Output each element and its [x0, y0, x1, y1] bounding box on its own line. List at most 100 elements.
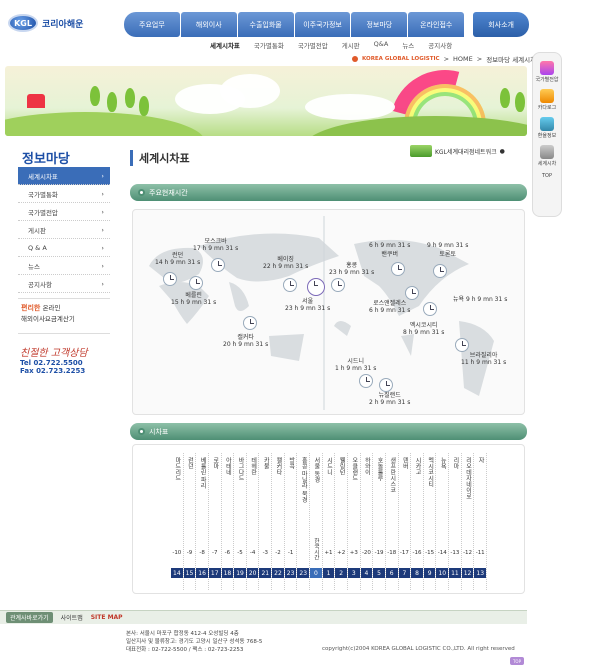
city-name: 베를린: [185, 292, 202, 299]
timetable-column: 테헤란 -4 20: [246, 453, 260, 590]
timetable-column: 시카고 -16 8: [411, 453, 424, 590]
sidebar-item-voltage[interactable]: 국가별전압 ›: [18, 203, 110, 221]
timetable-column: 카불 -3 21: [259, 453, 273, 590]
timetable-column: 마드리드 -10 14: [171, 453, 184, 590]
sitemap-button[interactable]: SITE MAP: [91, 614, 123, 621]
timetable-city: 베를린 파리: [199, 457, 207, 489]
timetable-hour: 12: [461, 568, 474, 578]
calculator-promo[interactable]: 편리한 온라인 해외이사요금계산기: [18, 298, 110, 334]
page-title: 세계시차표: [130, 150, 190, 166]
timetable-hour: 19: [234, 568, 246, 578]
city-name: 멕시코시티: [409, 322, 438, 329]
city-london: 런던 14 h 9 mn 31 s: [155, 250, 200, 266]
city-name: 토론토: [439, 251, 456, 258]
city-time: 2 h 9 mn 31 s: [369, 399, 411, 406]
timetable-hour: 13: [474, 568, 487, 578]
timetable-hour: 7: [398, 568, 411, 578]
city-time: 6 h 9 mn 31 s: [369, 307, 411, 314]
logo[interactable]: KGL 코리아해운: [8, 12, 118, 34]
timetable-offset: -3: [262, 550, 269, 556]
timetable-hour: 1: [322, 568, 335, 578]
gnb-item-info[interactable]: 정보마당: [351, 12, 408, 37]
sidebar-item-board[interactable]: 게시판 ›: [18, 221, 110, 239]
gnb-item-online[interactable]: 온라인접수: [408, 12, 465, 37]
timetable-city: 리마: [451, 457, 459, 469]
quick-top-label: TOP: [541, 173, 552, 179]
city-time: 1 h 9 mn 31 s: [335, 365, 377, 372]
subnav-notice[interactable]: 공지사항: [428, 40, 452, 52]
breadcrumb-home[interactable]: HOME: [453, 55, 473, 63]
timetable-offset: -4: [249, 550, 256, 556]
sidebar-item-currency[interactable]: 국가별통화 ›: [18, 185, 110, 203]
network-link[interactable]: KGL세계대리점네트워크 ●: [410, 144, 505, 158]
chevron-right-icon: ›: [101, 279, 104, 288]
quick-exchange[interactable]: 환율정보: [538, 117, 556, 139]
timetable-column: 베를린 파리 -8 16: [196, 453, 209, 590]
clock-icon: [211, 258, 225, 272]
timetable-column: 자 -11 13: [474, 453, 488, 590]
quick-top[interactable]: TOP: [542, 173, 552, 179]
sidebar-item-world-time[interactable]: 세계시차표 ›: [18, 167, 110, 185]
promo-line1: 편리한: [21, 304, 41, 312]
breadcrumb-sep: >: [476, 55, 483, 63]
gnb-item-cargo[interactable]: 수출입화물: [237, 12, 294, 37]
quick-voltage[interactable]: 국가별전압: [535, 61, 559, 83]
gnb-item-services[interactable]: 주요업무: [124, 12, 180, 37]
city-toronto: 9 h 9 mn 31 s 토론토: [427, 242, 468, 258]
tree-graphic: [90, 86, 100, 106]
timetable-hour: 22: [272, 568, 284, 578]
gnb-item-about[interactable]: 회사소개: [473, 12, 530, 37]
sidebar-title: 정보마당: [22, 152, 70, 167]
subnav-board[interactable]: 게시판: [342, 40, 360, 52]
bullet-icon: [352, 56, 358, 62]
timetable-hour: 10: [436, 568, 449, 578]
chevron-right-icon: ›: [101, 243, 104, 252]
promo-line2: 해외이사요금계산기: [21, 315, 75, 323]
chevron-right-icon: ›: [101, 225, 104, 234]
quick-world-time[interactable]: 세계시차: [538, 145, 556, 167]
timetable-city: 아테네: [224, 457, 232, 475]
subnav-voltage[interactable]: 국가별전압: [298, 40, 328, 52]
chevron-right-icon: ›: [101, 261, 104, 270]
timetable-column: 오클랜드 +3 3: [347, 453, 361, 590]
sidebar-item-notice[interactable]: 공지사항 ›: [18, 275, 110, 293]
sitemap-label[interactable]: 사이트맵: [61, 613, 83, 622]
top-button[interactable]: TOP: [510, 657, 524, 665]
city-time: 20 h 9 mn 31 s: [223, 341, 269, 348]
timetable-hour: 18: [221, 568, 234, 578]
timetable-city: 웰링턴: [338, 457, 346, 475]
clock-icon: [189, 276, 203, 290]
arrow-right-icon: ●: [499, 147, 505, 155]
network-link-label: KGL세계대리점네트워크: [435, 148, 497, 156]
clock-icon: [359, 374, 373, 388]
timetable-city: 런던: [186, 457, 194, 469]
clock-icon: [391, 262, 405, 276]
subnav-world-time[interactable]: 세계시차표: [210, 40, 240, 52]
family-site-button[interactable]: 관계사바로가기: [6, 612, 53, 623]
timetable-column: 리마 -13 11: [449, 453, 462, 590]
bullet-icon: [138, 189, 145, 196]
timetable-column: 웰링턴 +2 2: [335, 453, 348, 590]
city-name: 로스앤젤레스: [373, 300, 407, 307]
city-new-york: 뉴욕 9 h 9 mn 31 s: [453, 294, 507, 303]
breadcrumb-sep: >: [443, 55, 450, 63]
logo-name: 코리아해운: [42, 19, 84, 30]
gnb-item-country-info[interactable]: 이주국가정보: [294, 12, 351, 37]
quick-catalog[interactable]: 카다로그: [538, 89, 556, 111]
sidebar-item-news[interactable]: 뉴스 ›: [18, 257, 110, 275]
timetable-city: 뉴욕: [439, 457, 447, 469]
timetable-offset: -2: [275, 550, 281, 556]
timetable-hour: 23: [284, 568, 297, 578]
quick-exchange-label: 환율정보: [537, 133, 557, 139]
cloud-graphic: [305, 94, 395, 120]
timetable-city: 캘커타: [274, 457, 282, 475]
subnav-qna[interactable]: Q&A: [374, 40, 389, 52]
timetable-column: 뉴욕 -14 10: [436, 453, 450, 590]
subnav-news[interactable]: 뉴스: [402, 40, 414, 52]
footer-bar: 관계사바로가기 사이트맵 SITE MAP: [0, 610, 527, 624]
subnav-currency[interactable]: 국가별통화: [254, 40, 284, 52]
gnb-item-moving[interactable]: 해외이사: [180, 12, 237, 37]
sidebar-item-qna[interactable]: Q & A ›: [18, 239, 110, 257]
sidebar-item-label: Q & A: [28, 243, 47, 252]
city-seoul: 서울 23 h 9 mn 31 s: [285, 296, 330, 312]
